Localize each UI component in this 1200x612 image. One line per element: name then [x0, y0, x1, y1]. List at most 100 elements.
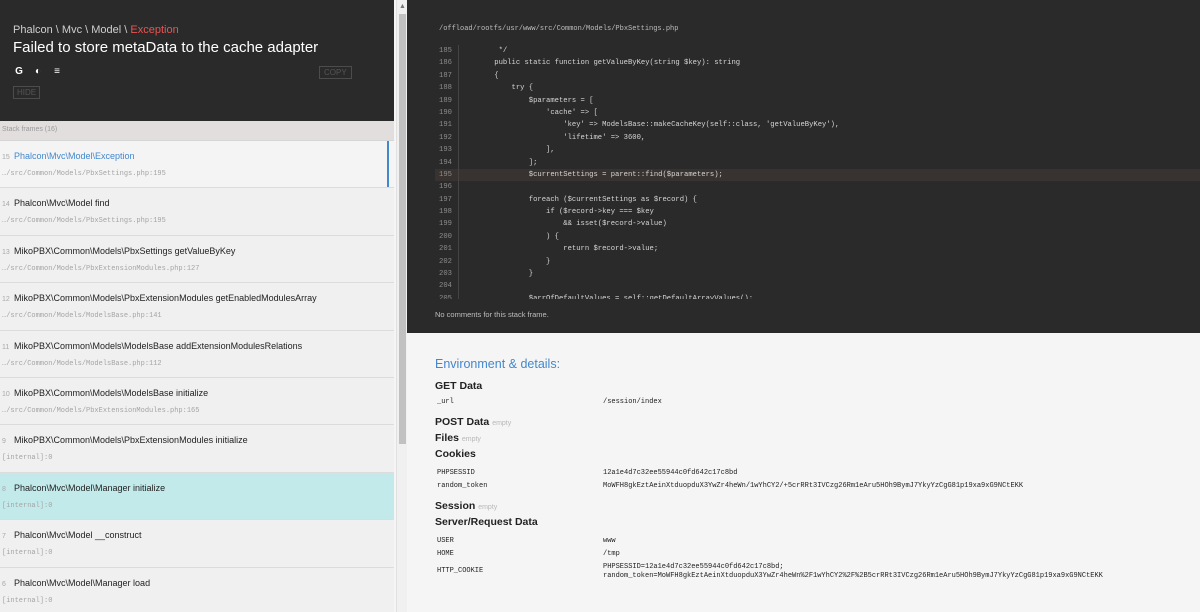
- frame-label: MikoPBX\Common\Models\PbxExtensionModule…: [14, 435, 248, 446]
- frame-label: Phalcon\Mvc\Model\Exception: [14, 151, 135, 161]
- stack-frame[interactable]: 9 MikoPBX\Common\Models\PbxExtensionModul…: [0, 425, 394, 473]
- frame-file: [internal]:0: [2, 596, 53, 605]
- code-line: 194 ];: [435, 156, 1200, 169]
- stack-frames-header: Stack frames (16): [0, 121, 394, 141]
- line-number: 187: [435, 69, 459, 83]
- scroll-thumb[interactable]: [399, 14, 406, 444]
- data-row: PHPSESSID 12a1e4d7c32ee55944c0fd642c17c8b…: [437, 469, 738, 477]
- frame-file: …/src/Common/Models/PbxSettings.php:195: [2, 217, 166, 226]
- line-source: }: [477, 257, 551, 266]
- frame-file: …/src/Common/Models/PbxExtensionModules.…: [2, 406, 200, 415]
- frame-label: Phalcon\Mvc\Model __construct: [14, 530, 142, 541]
- google-icon[interactable]: G: [13, 66, 25, 77]
- empty-label: empty: [492, 420, 512, 427]
- frame-index: 12: [2, 296, 10, 304]
- code-block: 185 */186 public static function getValu…: [435, 45, 1200, 299]
- frame-label: Phalcon\Mvc\Model\Manager load: [14, 577, 151, 588]
- line-number: 202: [435, 255, 459, 269]
- frame-index: 7: [2, 533, 6, 541]
- frame-file: [internal]:0: [2, 501, 53, 510]
- stack-frame[interactable]: 13 MikoPBX\Common\Models\PbxSettings getV…: [0, 235, 394, 284]
- line-source: $arrOfDefaultValues = self::getDefaultAr…: [477, 294, 754, 299]
- line-number: 200: [435, 230, 459, 244]
- line-number: 185: [435, 45, 459, 58]
- empty-label: empty: [461, 436, 481, 443]
- section-files: Files empty: [435, 432, 481, 444]
- stack-frame[interactable]: 11 MikoPBX\Common\Models\ModelsBase addEx…: [0, 330, 394, 378]
- code-line: 189 $parameters = [: [435, 94, 1200, 107]
- code-line: 191 'key' => ModelsBase::makeCacheKey(se…: [435, 119, 1200, 132]
- code-line: 197 foreach ($currentSettings as $record…: [435, 193, 1200, 207]
- frame-file: …/src/Common/Models/ModelsBase.php:141: [2, 312, 162, 321]
- copy-button[interactable]: COPY: [319, 66, 352, 79]
- code-line: 193 ],: [435, 144, 1200, 157]
- line-source: foreach ($currentSettings as $record) {: [477, 195, 697, 204]
- line-source: ];: [477, 158, 538, 167]
- code-line: 192 'lifetime' => 3600,: [435, 131, 1200, 145]
- exception-namespace: Phalcon \ Mvc \ Model \: [13, 24, 131, 36]
- line-number: 191: [435, 119, 459, 132]
- line-number: 190: [435, 106, 459, 120]
- code-line: 188 try {: [435, 82, 1200, 95]
- code-line: 200 ) {: [435, 230, 1200, 244]
- frame-label: MikoPBX\Common\Models\PbxSettings getVal…: [14, 245, 236, 256]
- line-source: return $record->value;: [477, 245, 659, 254]
- stack-frame[interactable]: 14 Phalcon\Mvc\Model find …/src/Common/Mo…: [0, 188, 394, 236]
- stack-frame[interactable]: 6 Phalcon\Mvc\Model\Manager load [interna…: [0, 567, 394, 612]
- file-path[interactable]: /offload/rootfs/usr/www/src/Common/Model…: [439, 25, 678, 33]
- data-row: random_token MoWFH8gkEztAeinXtduopduX3YwZ…: [437, 482, 1024, 490]
- frame-comments: No comments for this stack frame.: [435, 310, 549, 319]
- line-source: 'cache' => [: [477, 108, 598, 117]
- frames-scrollbar[interactable]: ▲: [396, 0, 407, 612]
- line-source: {: [477, 71, 499, 80]
- line-number: 205: [435, 292, 459, 299]
- line-source: }: [477, 270, 534, 279]
- line-number: 203: [435, 268, 459, 281]
- line-source: $currentSettings = parent::find($paramet…: [477, 170, 723, 179]
- line-number: 189: [435, 94, 459, 107]
- code-line: 204: [435, 280, 1200, 293]
- line-source: ],: [477, 146, 555, 155]
- line-number: 194: [435, 156, 459, 169]
- hide-button[interactable]: HIDE: [13, 86, 41, 99]
- line-source: && isset($record->value): [477, 220, 667, 229]
- left-panel: Phalcon \ Mvc \ Model \ Exception Failed…: [0, 0, 394, 612]
- stack-frame-active[interactable]: 8 Phalcon\Mvc\Model\Manager initialize [i…: [0, 472, 394, 521]
- exception-class-name: Exception: [130, 24, 179, 36]
- stack-frame[interactable]: 10 MikoPBX\Common\Models\ModelsBase initi…: [0, 377, 394, 426]
- data-row: USER www: [437, 537, 616, 545]
- stack-frame[interactable]: 15 Phalcon\Mvc\Model\Exception …/src/Comm…: [0, 141, 394, 189]
- line-number: 197: [435, 193, 459, 207]
- stack-frame[interactable]: 12 MikoPBX\Common\Models\PbxExtensionModu…: [0, 283, 394, 331]
- duckduckgo-icon[interactable]: ◐: [32, 66, 44, 77]
- data-row: HTTP_COOKIE PHPSESSID=12a1e4d7c32ee55944c…: [437, 563, 1103, 580]
- stack-frame[interactable]: 7 Phalcon\Mvc\Model __construct [internal…: [0, 520, 394, 568]
- scroll-up-arrow-icon[interactable]: ▲: [399, 3, 406, 10]
- code-line: 185 */: [435, 45, 1200, 58]
- line-number: 199: [435, 218, 459, 231]
- code-line: 195 $currentSettings = parent::find($par…: [435, 168, 1200, 182]
- code-line: 199 && isset($record->value): [435, 218, 1200, 231]
- frame-label: MikoPBX\Common\Models\PbxExtensionModule…: [14, 293, 317, 304]
- section-get-data: GET Data: [435, 380, 483, 392]
- code-line: 202 }: [435, 255, 1200, 269]
- line-number: 201: [435, 243, 459, 256]
- line-number: 193: [435, 144, 459, 157]
- frame-file: …/src/Common/Models/PbxExtensionModules.…: [2, 264, 200, 273]
- line-source: $parameters = [: [477, 96, 594, 105]
- frame-index: 8: [2, 485, 6, 493]
- frame-label: Phalcon\Mvc\Model find: [14, 198, 110, 209]
- line-number: 195: [435, 168, 459, 182]
- frame-file: …/src/Common/Models/PbxSettings.php:195: [2, 170, 166, 178]
- line-number: 192: [435, 131, 459, 145]
- details-panel: Environment & details: GET Data _url/ses…: [407, 333, 1200, 612]
- frame-file: [internal]:0: [2, 454, 53, 463]
- frame-index: 13: [2, 248, 10, 256]
- code-line: 196: [435, 181, 1200, 194]
- line-source: */: [477, 47, 508, 55]
- details-title: Environment & details:: [435, 357, 561, 371]
- line-source: try {: [477, 84, 534, 93]
- line-source: if ($record->key === $key: [477, 208, 654, 217]
- stackoverflow-icon[interactable]: ≡: [51, 66, 63, 77]
- frame-file: …/src/Common/Models/ModelsBase.php:112: [2, 359, 162, 368]
